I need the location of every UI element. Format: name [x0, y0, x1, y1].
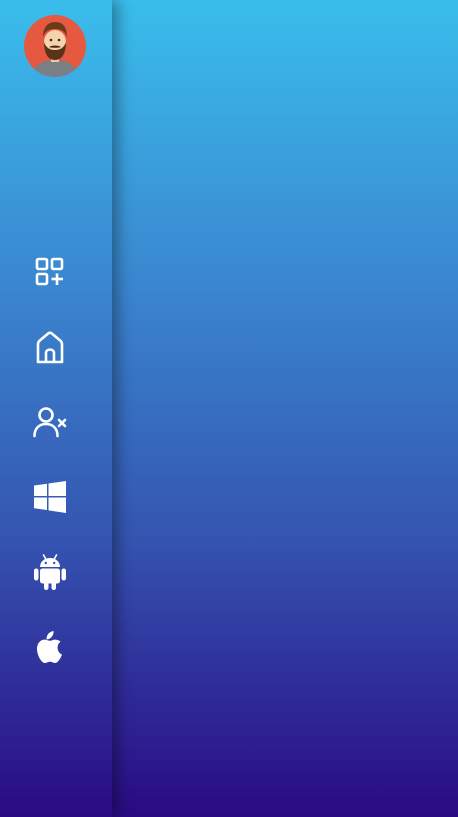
home-icon: [36, 331, 63, 363]
nav-item-dashboard[interactable]: [27, 249, 72, 294]
user-remove-icon: [32, 406, 66, 437]
sidebar: [0, 0, 112, 817]
windows-icon: [33, 480, 66, 513]
nav-item-apple[interactable]: [27, 624, 72, 669]
nav-item-home[interactable]: [27, 324, 72, 369]
bearded-man-avatar-icon: [32, 22, 78, 77]
grid-add-icon: [35, 257, 63, 285]
nav-item-windows[interactable]: [27, 474, 72, 519]
apple-icon: [36, 630, 62, 663]
android-icon: [33, 553, 66, 590]
nav-item-android[interactable]: [27, 549, 72, 594]
avatar[interactable]: [24, 15, 86, 77]
nav-item-remove-user[interactable]: [27, 399, 72, 444]
